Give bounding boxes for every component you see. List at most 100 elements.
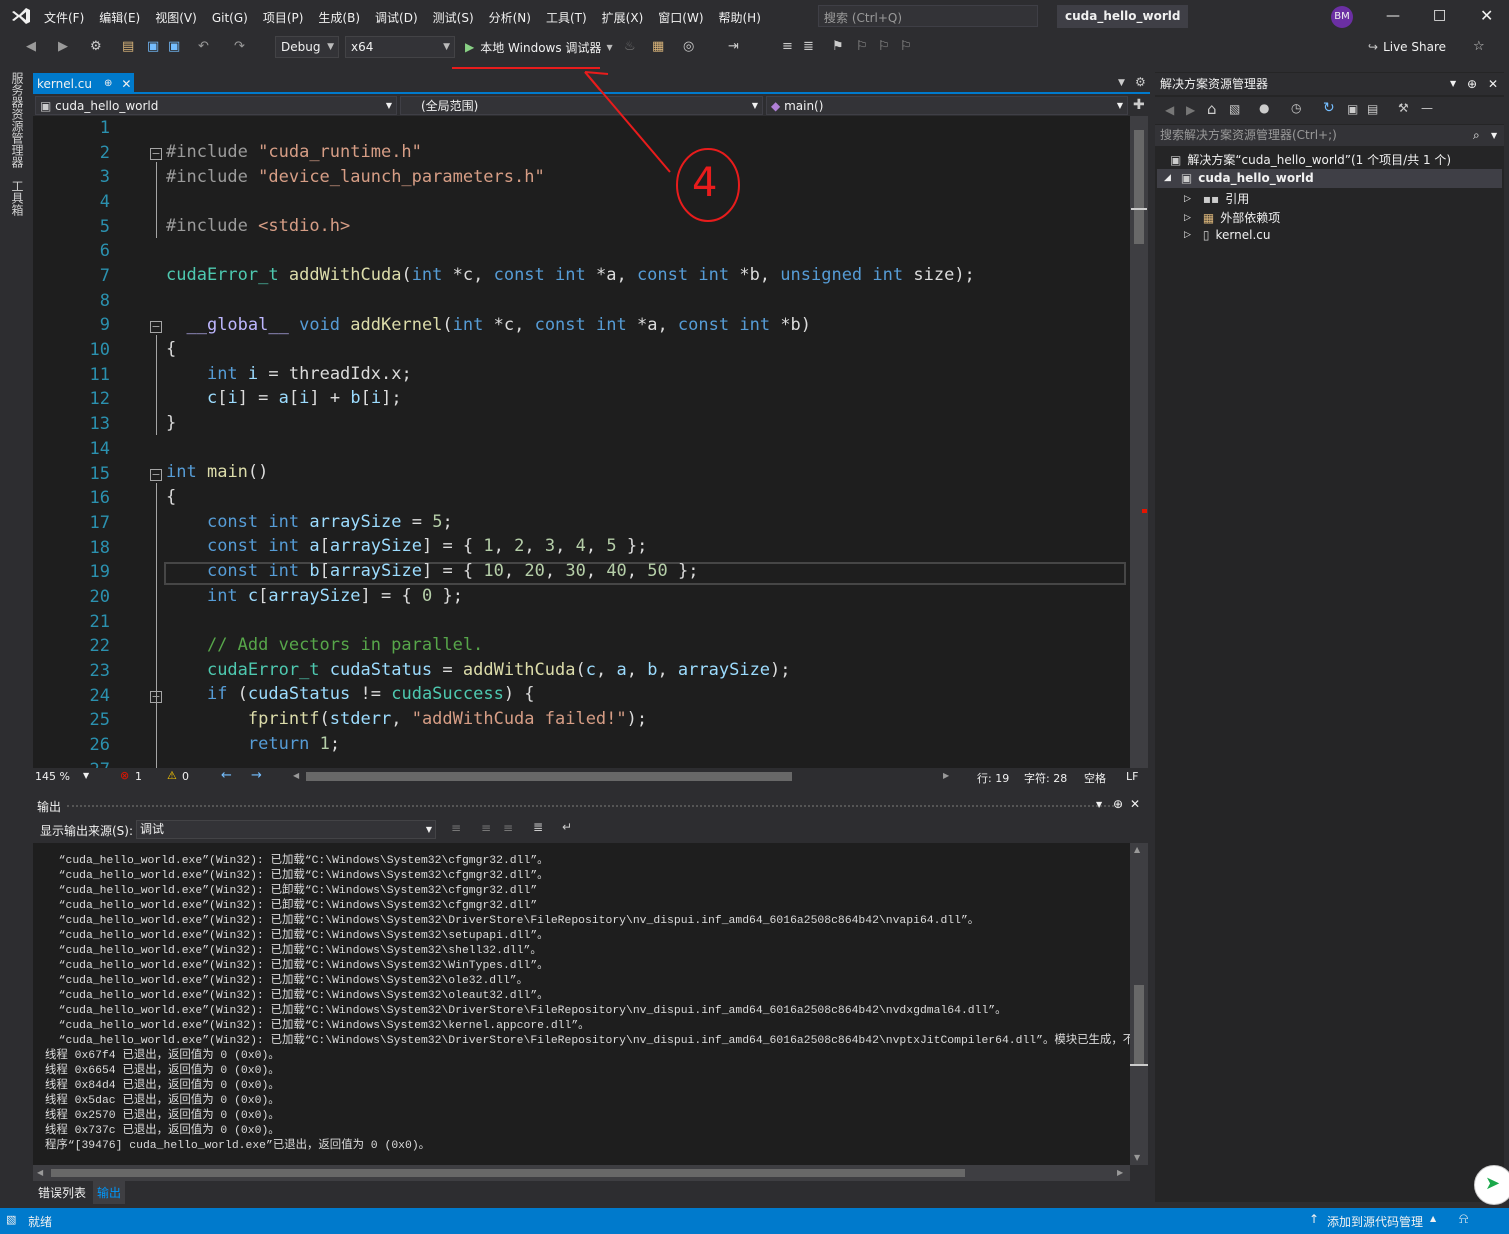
redo-icon[interactable]: ↷: [234, 39, 245, 54]
close-icon[interactable]: ✕: [1488, 73, 1498, 95]
output-text-area[interactable]: “cuda_hello_world.exe”(Win32): 已加载“C:\Wi…: [33, 843, 1130, 1165]
output-vertical-scrollbar[interactable]: ▲ ▼: [1130, 843, 1148, 1165]
scroll-right-icon[interactable]: ▶: [1117, 1168, 1123, 1177]
close-icon[interactable]: ✕: [1480, 6, 1493, 25]
fire-icon[interactable]: ♨: [624, 39, 636, 54]
tree-solution[interactable]: ▣ 解决方案“cuda_hello_world”(1 个项目/共 1 个): [1170, 151, 1451, 168]
solution-search-input[interactable]: 搜索解决方案资源管理器(Ctrl+;) ⌕ ▼: [1155, 125, 1504, 146]
bookmark-icon[interactable]: ⚑: [832, 39, 844, 54]
menu-item[interactable]: 视图(V): [155, 9, 197, 26]
toolbox-tab[interactable]: 工具箱: [9, 180, 26, 216]
tab-kernel-cu[interactable]: kernel.cu ⊕ ✕: [33, 73, 134, 94]
platform-select[interactable]: x64 ▼: [345, 36, 455, 58]
editor-scroll-thumb[interactable]: [1134, 130, 1144, 244]
maximize-icon[interactable]: □: [1433, 7, 1446, 23]
scroll-up-icon[interactable]: ▲: [1134, 845, 1140, 854]
search-input[interactable]: 搜索 (Ctrl+Q) ⌕: [818, 5, 1038, 27]
fold-toggle-icon[interactable]: −: [150, 321, 162, 333]
close-icon[interactable]: ✕: [1130, 797, 1140, 811]
globe-icon[interactable]: ●: [1259, 101, 1269, 115]
menu-item[interactable]: 工具(T): [546, 9, 587, 26]
menu-item[interactable]: 调试(D): [375, 9, 418, 26]
comment-icon[interactable]: ≣: [803, 39, 814, 54]
tab-output[interactable]: 输出: [93, 1181, 126, 1204]
menu-item[interactable]: 测试(S): [433, 9, 474, 26]
prev-message-icon[interactable]: ≡: [481, 821, 491, 835]
preview-icon[interactable]: —: [1421, 101, 1433, 115]
history-icon[interactable]: ◷: [1291, 101, 1301, 115]
pin-icon[interactable]: ⊕: [1467, 73, 1477, 95]
feedback-icon[interactable]: ☆: [1473, 39, 1485, 54]
menu-item[interactable]: 项目(P): [263, 9, 304, 26]
menu-item[interactable]: 分析(N): [489, 9, 531, 26]
minimize-icon[interactable]: —: [1386, 8, 1400, 24]
zoom-level[interactable]: 145 %: [35, 770, 70, 783]
add-source-control-button[interactable]: 添加到源代码管理: [1327, 1213, 1423, 1230]
scroll-right-icon[interactable]: ▶: [943, 771, 949, 780]
switch-view-icon[interactable]: ▧: [1229, 102, 1240, 116]
browse-icon[interactable]: ▦: [652, 39, 664, 54]
back-icon[interactable]: ◀: [1165, 103, 1174, 117]
pin-icon[interactable]: ⊕: [1113, 797, 1123, 811]
search-icon[interactable]: ⌕: [1473, 125, 1480, 146]
save-icon[interactable]: ▣: [147, 39, 159, 54]
scroll-left-icon[interactable]: ◀: [293, 771, 299, 780]
output-source-select[interactable]: 调试 ▼: [136, 820, 436, 839]
scroll-down-icon[interactable]: ▼: [1134, 1153, 1140, 1162]
error-icon[interactable]: ⊗: [120, 769, 129, 782]
config-select[interactable]: Debug ▼: [275, 36, 339, 58]
member-nav-select[interactable]: ◆ main() ▼: [766, 96, 1128, 115]
fold-toggle-icon[interactable]: −: [150, 148, 162, 160]
sync-icon[interactable]: ↻: [1323, 100, 1335, 116]
start-debug-button[interactable]: ▶ 本地 Windows 调试器 ▼: [465, 38, 613, 56]
chevron-down-icon[interactable]: ▼: [1450, 73, 1456, 95]
menu-item[interactable]: 窗口(W): [658, 9, 703, 26]
editor-horizontal-scroll-thumb[interactable]: [306, 772, 792, 781]
expanded-icon[interactable]: ◢: [1164, 173, 1171, 183]
nav-back-icon[interactable]: ←: [221, 768, 232, 783]
fold-toggle-icon[interactable]: −: [150, 469, 162, 481]
word-wrap-icon[interactable]: ↵: [562, 820, 572, 834]
bookmark-prev-icon[interactable]: ⚐: [856, 39, 868, 54]
column-position[interactable]: 字符: 28: [1024, 770, 1067, 786]
bookmark-next-icon[interactable]: ⚐: [878, 39, 890, 54]
open-folder-icon[interactable]: ▤: [122, 39, 134, 54]
warning-count[interactable]: 0: [182, 770, 189, 783]
goto-error-icon[interactable]: ≡: [451, 821, 461, 835]
new-item-icon[interactable]: ⚙: [90, 39, 102, 54]
collapsed-icon[interactable]: ▷: [1184, 194, 1191, 204]
menu-item[interactable]: 扩展(X): [602, 9, 644, 26]
clear-all-icon[interactable]: ≣: [533, 820, 543, 834]
tab-error-list[interactable]: 错误列表: [38, 1184, 86, 1201]
collapsed-icon[interactable]: ▷: [1184, 213, 1191, 223]
vs-logo-icon[interactable]: [10, 6, 32, 26]
line-position[interactable]: 行: 19: [977, 770, 1009, 786]
tree-kernel-cu[interactable]: ▷ ▯ kernel.cu: [1184, 228, 1271, 242]
menu-item[interactable]: 帮助(H): [719, 9, 761, 26]
properties-icon[interactable]: ⚒: [1398, 101, 1409, 115]
settings-icon[interactable]: ⚙: [1135, 75, 1146, 89]
chevron-down-icon[interactable]: ▼: [1491, 125, 1497, 146]
save-all-icon[interactable]: ▣: [168, 39, 180, 54]
live-share-button[interactable]: ↪ Live Share: [1368, 40, 1446, 54]
avatar[interactable]: BM: [1331, 6, 1353, 28]
next-message-icon[interactable]: ≡: [503, 821, 513, 835]
menu-item[interactable]: 编辑(E): [99, 9, 140, 26]
bookmark-clear-icon[interactable]: ⚐: [900, 39, 912, 54]
notification-bell-icon[interactable]: ⍾: [1459, 1211, 1468, 1227]
split-icon[interactable]: ✚: [1133, 97, 1145, 113]
collapsed-icon[interactable]: ▷: [1184, 230, 1191, 240]
undo-icon[interactable]: ↶: [198, 39, 209, 54]
indent-icon[interactable]: ≡: [782, 39, 793, 54]
close-tab-icon[interactable]: ✕: [121, 74, 131, 94]
chevron-down-icon[interactable]: ▼: [1096, 800, 1102, 809]
tree-references[interactable]: ▷ ▪▪ 引用: [1184, 190, 1249, 207]
menu-item[interactable]: 生成(B): [318, 9, 360, 26]
forward-icon[interactable]: ▶: [58, 39, 68, 54]
forward-icon[interactable]: ▶: [1186, 103, 1195, 117]
nav-forward-icon[interactable]: →: [251, 768, 262, 783]
camera-icon[interactable]: ◎: [683, 39, 694, 54]
step-icon[interactable]: ⇥: [728, 39, 739, 54]
server-explorer-tab[interactable]: 服务器资源管理器: [9, 72, 26, 168]
back-icon[interactable]: ◀: [26, 39, 36, 54]
